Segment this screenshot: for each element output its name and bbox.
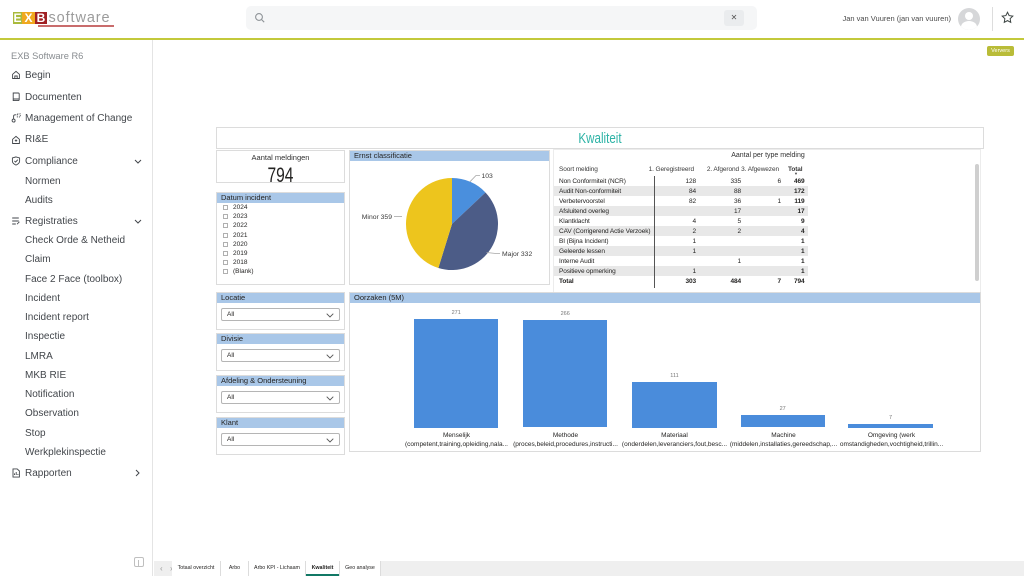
- svg-text:103: 103: [482, 173, 494, 180]
- svg-text:Minor 359: Minor 359: [362, 214, 392, 221]
- svg-text:Major 332: Major 332: [502, 251, 532, 258]
